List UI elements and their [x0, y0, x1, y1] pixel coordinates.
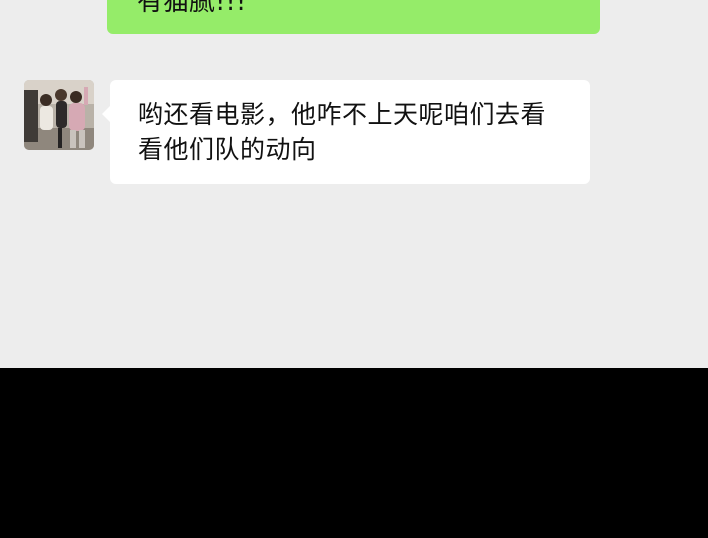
chat-area: 有猫腻!!! 哟还看电影，他咋不上天呢咱们去看看他们队的动向: [0, 0, 708, 368]
outgoing-message-bubble[interactable]: 有猫腻!!!: [107, 0, 600, 34]
incoming-message-bubble[interactable]: 哟还看电影，他咋不上天呢咱们去看看他们队的动向: [102, 80, 590, 184]
incoming-bubble-tail: [102, 106, 110, 122]
outgoing-message-text: 有猫腻!!!: [137, 0, 247, 17]
incoming-message-text: 哟还看电影，他咋不上天呢咱们去看看他们队的动向: [138, 100, 547, 164]
avatar-photo-icon: [24, 80, 94, 150]
black-bottom-region: [0, 368, 708, 538]
contact-avatar[interactable]: [24, 80, 94, 150]
